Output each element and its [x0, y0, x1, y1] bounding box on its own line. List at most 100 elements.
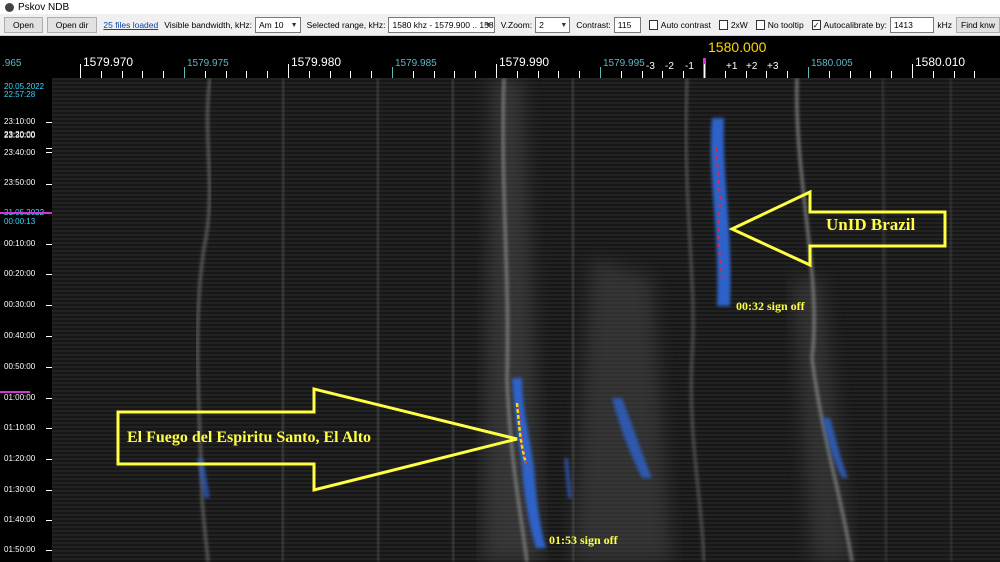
ruler-tick: [621, 71, 622, 78]
time-axis: 20.05.2022 22:57:28 23:10:00 23:20:00 23…: [0, 78, 52, 562]
time-label: 01:50:00: [4, 545, 36, 554]
ruler-minor-label: 1579.995: [603, 58, 645, 69]
ruler-tick: [766, 71, 767, 78]
ruler-tick: [246, 71, 247, 78]
autocalibrate-checkbox[interactable]: ✓: [811, 19, 821, 30]
time-label: 01:10:00: [4, 423, 36, 432]
ruler-tick: [122, 71, 123, 78]
ruler-tick: [558, 71, 559, 78]
ruler-tick: [746, 71, 747, 78]
selected-range-label: Selected range, kHz:: [306, 19, 386, 30]
time-label: 23:30:00: [4, 131, 36, 140]
find-button[interactable]: Find knw: [956, 16, 1000, 33]
ruler-tick: [392, 67, 393, 78]
offset-label: -2: [665, 61, 674, 72]
ruler-tick: [579, 71, 580, 78]
time-label: 01:00:00: [4, 393, 36, 402]
ruler-major-label: 1579.970: [83, 55, 134, 69]
visible-bandwidth-select[interactable]: Am 10 ▼: [254, 16, 301, 33]
twoxw-label: 2xW: [730, 19, 748, 30]
twoxw-checkbox[interactable]: [718, 19, 728, 30]
time-label: 01:20:00: [4, 454, 36, 463]
elalto-signoff-note: 01:53 sign off: [549, 533, 618, 547]
ruler-major-label: 1579.980: [291, 55, 342, 69]
ruler-tick: [101, 71, 102, 78]
offset-label: +3: [767, 61, 779, 72]
ruler-major-label: 1580.010: [915, 55, 966, 69]
no-tooltip-checkbox[interactable]: [755, 19, 765, 30]
vzoom-label: V.Zoom:: [500, 19, 533, 30]
ruler-tick: [870, 71, 871, 78]
center-frequency-label: 1580.000: [708, 39, 767, 55]
open-dir-button[interactable]: Open dir: [46, 16, 98, 33]
ruler-tick: [309, 71, 310, 78]
chevron-down-icon: ▼: [484, 21, 492, 29]
chevron-down-icon: ▼: [560, 21, 568, 29]
ruler-tick: [413, 71, 414, 78]
ruler-minor-label: 1579.975: [187, 58, 229, 69]
offset-label: -1: [685, 61, 694, 72]
ruler-tick: [538, 71, 539, 78]
title-bar: Pskov NDB: [0, 0, 1000, 14]
waterfall-display[interactable]: [52, 78, 1000, 562]
ruler-tick: [829, 71, 830, 78]
ruler-tick: [142, 71, 143, 78]
time-label: 00:50:00: [4, 362, 36, 371]
time-label: 00:10:00: [4, 239, 36, 248]
ruler-tick: [371, 71, 372, 78]
time-marker: [0, 391, 30, 393]
vzoom-select[interactable]: 2 ▼: [535, 16, 571, 33]
ruler-tick: [642, 71, 643, 78]
time-label: 23:50:00: [4, 178, 36, 187]
autocalibrate-label: Autocalibrate by:: [823, 19, 887, 30]
time-label: 00:40:00: [4, 331, 36, 340]
offset-label: -3: [646, 61, 655, 72]
open-button[interactable]: Open: [4, 16, 43, 33]
date-change-marker: [0, 212, 52, 214]
ruler-tick: [330, 71, 331, 78]
auto-contrast-checkbox[interactable]: [648, 19, 658, 30]
ruler-tick: [350, 71, 351, 78]
ruler-major-label: 1579.990: [499, 55, 550, 69]
ruler-tick: [933, 71, 934, 78]
offset-label: +1: [726, 61, 738, 72]
ruler-tick: [475, 71, 476, 78]
ruler-tick: [787, 71, 788, 78]
ruler-edge-label: .965: [2, 58, 22, 69]
vzoom-value: 2: [539, 19, 544, 30]
ruler-minor-label: 1579.985: [395, 58, 437, 69]
ruler-tick: [808, 67, 809, 78]
offset-label: +2: [746, 61, 758, 72]
chevron-down-icon: ▼: [290, 21, 298, 29]
checkmark-icon: ✓: [812, 20, 820, 30]
ruler-tick: [891, 71, 892, 78]
start-time-label: 22:57:28: [4, 90, 36, 99]
waterfall-canvas: [52, 78, 1000, 562]
toolbar: Open Open dir 25 files loaded Visible ba…: [0, 14, 1000, 36]
selected-range-value: 1580 khz - 1579.900 .. 1580.: [392, 19, 495, 30]
ruler-tick: [912, 64, 913, 78]
khz-unit-label: kHz: [937, 19, 952, 30]
visible-bandwidth-label: Visible bandwidth, kHz:: [164, 19, 252, 30]
brazil-signoff-note: 00:32 sign off: [736, 299, 805, 313]
time-label: 23:40:00: [4, 148, 36, 157]
files-loaded-link[interactable]: 25 files loaded: [103, 20, 158, 30]
selected-range-select[interactable]: 1580 khz - 1579.900 .. 1580. ▼: [388, 16, 495, 33]
brazil-arrow-label: UnID Brazil: [826, 215, 916, 234]
autocalibrate-input[interactable]: 1413: [889, 16, 935, 33]
app-icon: [5, 2, 14, 12]
time-label: 01:40:00: [4, 515, 36, 524]
ruler-tick: [725, 71, 726, 78]
ruler-tick: [517, 71, 518, 78]
time-label: 00:30:00: [4, 300, 36, 309]
window-title: Pskov NDB: [18, 1, 70, 13]
ruler-tick: [954, 71, 955, 78]
elalto-arrow-label: El Fuego del Espiritu Santo, El Alto: [127, 429, 372, 446]
ruler-tick: [974, 71, 975, 78]
frequency-ruler[interactable]: .965 1579.970 1579.980 1579.990 1580.010…: [0, 36, 1000, 78]
ruler-tick: [184, 67, 185, 78]
ruler-tick: [226, 71, 227, 78]
contrast-input[interactable]: 115: [613, 16, 641, 33]
ruler-tick: [80, 64, 81, 78]
ruler-tick: [434, 71, 435, 78]
